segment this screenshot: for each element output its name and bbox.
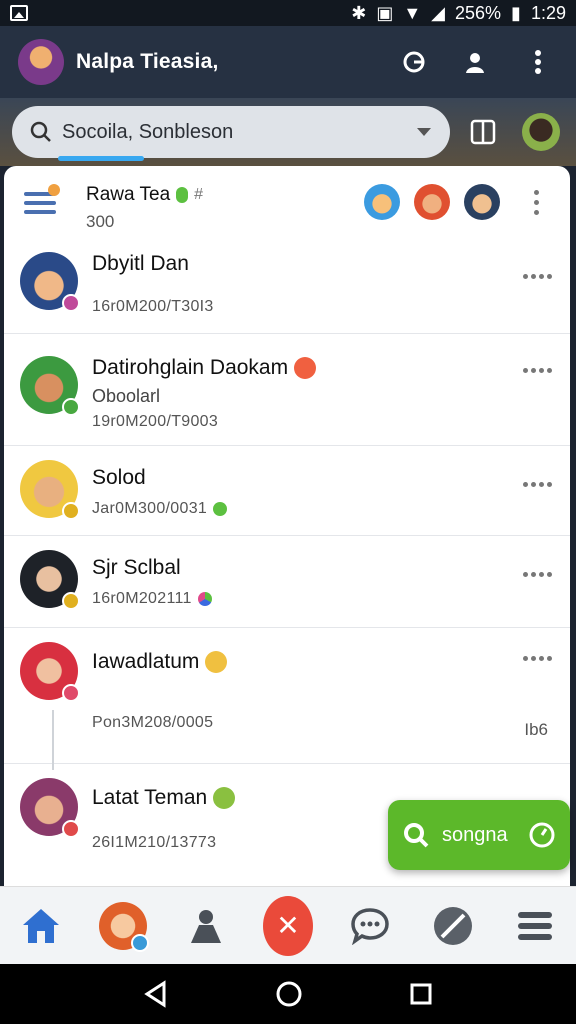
search-action-button[interactable]: songna [388, 800, 570, 870]
chat-time: Pon3M208/0005 [92, 714, 214, 731]
chevron-down-icon[interactable] [416, 127, 432, 137]
refresh-icon[interactable] [400, 48, 428, 76]
explore-icon[interactable] [428, 901, 478, 951]
chat-time: Jar0M300/0031 [92, 500, 208, 517]
status-badge [62, 684, 80, 702]
angry-emoji-icon [294, 357, 317, 379]
laugh-emoji-icon [213, 787, 236, 809]
avatar [20, 642, 80, 702]
list-item[interactable]: Datirohglain Daokam Oboolarl 19r0M200/T9… [4, 334, 570, 446]
chat-name: Latat Teman [92, 786, 208, 809]
chat-time: 16r0M202111 [92, 590, 192, 607]
search-icon [404, 823, 429, 848]
member-avatar[interactable] [414, 184, 450, 220]
group-header[interactable]: Rawa Tea # 300 [4, 166, 570, 231]
member-avatar[interactable] [464, 184, 500, 220]
panel-icon[interactable] [470, 119, 496, 145]
thread-line [52, 710, 54, 770]
profile-avatar[interactable] [18, 39, 64, 85]
chat-name: Iawadlatum [92, 650, 200, 673]
contacts-icon[interactable] [181, 901, 231, 951]
bottom-nav: ✕ [0, 886, 576, 964]
avatar [99, 901, 150, 952]
chat-preview: Oboolarl [92, 386, 161, 406]
app-title: Nalpa Tieasia, [76, 50, 219, 73]
online-indicator-icon [176, 187, 189, 203]
home-icon[interactable] [16, 901, 66, 951]
search-input[interactable]: Socoila, Sonbleson [12, 106, 450, 158]
recents-icon[interactable] [408, 981, 434, 1007]
search-icon [30, 121, 51, 142]
chat-name: Sjr Sclbal [92, 556, 181, 579]
chat-name: Dbyitl Dan [92, 252, 189, 275]
overflow-menu-icon[interactable] [524, 48, 552, 76]
list-item[interactable]: Iawadlatum Pon3M208/0005 Ib6 [4, 628, 570, 770]
more-icon[interactable] [523, 482, 552, 487]
status-badge [62, 502, 80, 520]
online-icon [213, 502, 228, 516]
app-bar: Nalpa Tieasia, [0, 26, 576, 98]
group-count: 300 [86, 212, 115, 231]
home-circle-icon[interactable] [275, 980, 303, 1008]
chat-time: 19r0M200/T9003 [92, 413, 219, 430]
status-badge [62, 294, 80, 312]
chat-time: 16r0M200/T30I3 [92, 298, 214, 315]
search-text: Socoila, Sonbleson [62, 120, 234, 143]
avatar [20, 356, 80, 416]
bluetooth-icon: ✱ [351, 2, 367, 23]
profile-nav-item[interactable] [98, 901, 150, 952]
avatar [20, 460, 80, 520]
wifi-icon: ▼ [403, 2, 422, 23]
avatar [20, 252, 80, 312]
list-item[interactable]: Sjr Sclbal 16r0M202111 [4, 536, 570, 628]
group-name: Rawa Tea [86, 184, 171, 205]
close-icon: ✕ [262, 895, 313, 956]
status-badge [62, 820, 80, 838]
chat-icon[interactable] [345, 901, 395, 951]
gallery-icon [10, 5, 28, 21]
timer-icon [529, 822, 555, 848]
signal-icon: ◢ [431, 2, 445, 23]
more-icon[interactable] [523, 572, 552, 577]
close-button[interactable]: ✕ [262, 895, 313, 956]
side-count: Ib6 [524, 720, 548, 739]
more-icon[interactable] [523, 656, 552, 661]
battery-level: 256% [455, 2, 502, 23]
search-tab-indicator [58, 156, 144, 161]
sim-icon: ▣ [376, 2, 394, 23]
clock: 1:29 [530, 2, 566, 23]
status-bar: ✱ ▣ ▼ ◢ 256% ▮ 1:29 [0, 0, 576, 26]
battery-icon: ▮ [511, 2, 521, 23]
list-item[interactable]: Solod Jar0M300/0031 [4, 446, 570, 536]
chat-name: Solod [92, 466, 146, 489]
group-menu-icon[interactable] [534, 190, 540, 215]
status-badge [62, 592, 80, 610]
member-avatar[interactable] [364, 184, 400, 220]
menu-icon[interactable] [510, 901, 560, 951]
avatar [20, 550, 80, 610]
add-contact-icon[interactable] [462, 48, 490, 76]
list-item[interactable]: Dbyitl Dan 16r0M200/T30I3 [4, 230, 570, 334]
list-icon [24, 184, 60, 214]
more-icon[interactable] [523, 274, 552, 279]
account-avatar[interactable] [522, 113, 560, 151]
grimace-emoji-icon [205, 651, 228, 673]
chat-name: Datirohglain Daokam [92, 356, 289, 379]
avatar [20, 778, 80, 838]
status-badge [62, 398, 80, 416]
tag-icon: # [194, 186, 204, 203]
search-action-label: songna [442, 823, 508, 846]
back-icon[interactable] [142, 980, 170, 1008]
system-nav [0, 964, 576, 1024]
status-badge [131, 933, 150, 952]
multicolor-icon [197, 592, 212, 606]
member-avatars [364, 184, 500, 220]
chat-list: Rawa Tea # 300 Dbyitl Dan 16r0M200/T30I3 [4, 166, 570, 886]
more-icon[interactable] [523, 368, 552, 373]
